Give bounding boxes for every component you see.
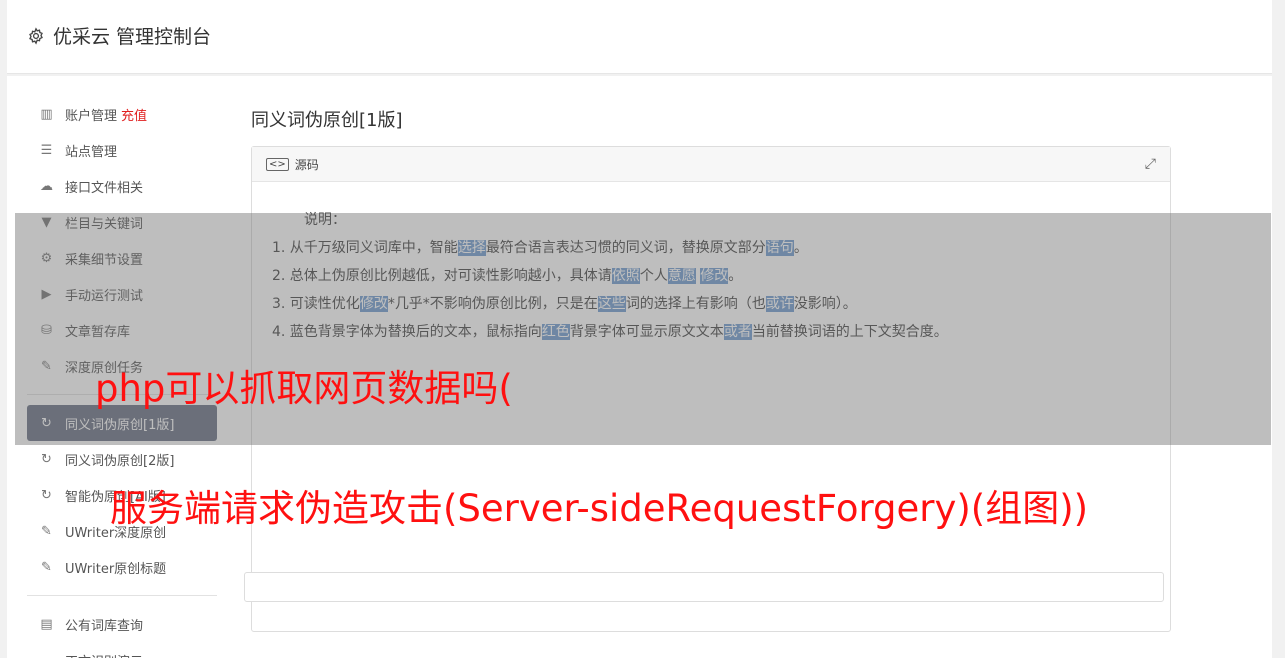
- page-title: 同义词伪原创[1版]: [251, 110, 403, 131]
- desktop-icon: ▭: [38, 653, 55, 658]
- sidebar-item-label: 账户管理 充值: [65, 108, 148, 124]
- book-icon: ▤: [40, 616, 53, 632]
- sidebar-item-label: 公有词库查询: [65, 618, 144, 634]
- server-icon: ☰: [40, 142, 53, 158]
- sidebar-item-label: 正文识别演示: [65, 651, 143, 658]
- sidebar-item-label: 同义词伪原创[2版]: [65, 453, 175, 469]
- app-title: 优采云 管理控制台: [53, 26, 212, 48]
- overlay-title-1: php可以抓取网页数据吗(: [95, 367, 513, 410]
- sidebar-item[interactable]: ☰ 站点管理: [27, 132, 217, 168]
- brand[interactable]: 优采云 管理控制台: [27, 22, 211, 49]
- sidebar-item[interactable]: ☁ 接口文件相关: [27, 168, 217, 204]
- refresh-icon: ↻: [41, 487, 52, 503]
- second-panel: [244, 572, 1164, 602]
- refresh-icon: ↻: [41, 451, 52, 467]
- sidebar-item[interactable]: ▥ 账户管理 充值: [27, 96, 217, 132]
- sidebar-divider: [27, 595, 217, 596]
- sidebar-item[interactable]: ↻ 同义词伪原创[2版]: [27, 441, 217, 477]
- sidebar-item[interactable]: ✎ UWriter原创标题: [27, 549, 217, 585]
- cloud-upload-icon: ☁: [40, 178, 53, 194]
- edit-icon: ✎: [41, 523, 52, 539]
- bar-chart-icon: ▥: [40, 106, 53, 122]
- panel-header: <> 源码 ⤢: [252, 147, 1170, 182]
- recharge-link[interactable]: 充值: [121, 109, 147, 124]
- top-bar: 优采云 管理控制台: [7, 0, 1272, 74]
- gear-icon: [29, 26, 43, 45]
- sidebar-item[interactable]: ▭ 正文识别演示: [27, 642, 217, 658]
- edit-icon: ✎: [41, 559, 52, 575]
- sidebar-item-label: 站点管理: [65, 144, 118, 160]
- sidebar-item-label: 接口文件相关: [65, 180, 144, 196]
- overlay-title-2: 服务端请求伪造攻击(Server-sideRequestForgery)(组图)…: [110, 487, 1089, 530]
- sidebar-item-label: UWriter原创标题: [65, 561, 167, 577]
- sidebar-item[interactable]: ▤ 公有词库查询: [27, 606, 217, 642]
- expand-icon[interactable]: ⤢: [1145, 156, 1156, 172]
- panel-title: 源码: [294, 157, 319, 172]
- code-icon: <>: [266, 157, 289, 171]
